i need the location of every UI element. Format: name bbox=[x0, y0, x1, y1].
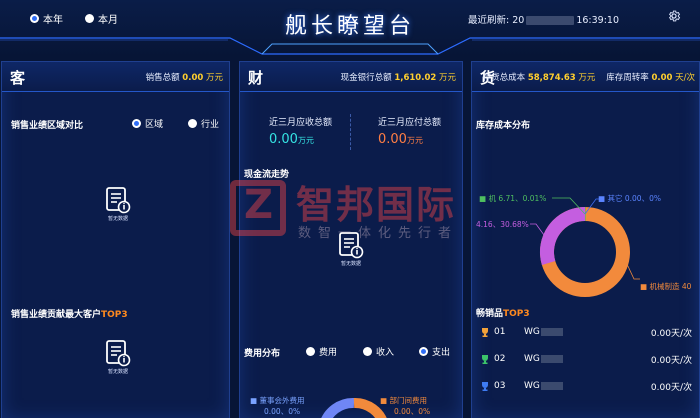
expense-option-fee[interactable]: 费用 bbox=[306, 345, 337, 358]
expense-title: 费用分布 bbox=[244, 349, 281, 359]
bestseller-title: 畅销品TOP3 bbox=[476, 309, 530, 319]
radio-unchecked-icon bbox=[188, 119, 197, 128]
gear-icon[interactable] bbox=[667, 9, 681, 23]
trophy-green-icon bbox=[482, 355, 488, 364]
goods-panel-header: 货 存货总成本 58,874.63 万元 库存周转率 0.00 天/次 bbox=[472, 62, 699, 92]
refresh-timestamp: 最近刷新: 20 16:39:10 bbox=[468, 15, 619, 26]
pie-label-machinery: ■ 机械制造 40 bbox=[640, 282, 692, 291]
region-compare-title: 销售业绩区域对比 bbox=[11, 121, 84, 131]
redacted-block bbox=[540, 381, 563, 390]
stat-divider bbox=[350, 114, 351, 150]
header: 本年 本月 舰长瞭望台 最近刷新: 20 16:39:10 bbox=[0, 0, 700, 56]
bestseller-row[interactable]: 03 WG 0.00天/次 bbox=[480, 379, 692, 393]
region-option-industry[interactable]: 行业 bbox=[188, 117, 219, 130]
cash-total: 现金银行总额 1,610.02 万元 bbox=[340, 73, 456, 83]
panel-letter: 财 bbox=[248, 69, 264, 87]
radio-checked-icon bbox=[132, 119, 141, 128]
region-option-region[interactable]: 区域 bbox=[132, 117, 163, 130]
radio-unchecked-icon bbox=[363, 347, 372, 356]
no-data-placeholder: 暂无数据 bbox=[98, 186, 138, 222]
expense-donut-segment bbox=[321, 398, 355, 418]
expense-option-income[interactable]: 收入 bbox=[363, 345, 394, 358]
redacted-block bbox=[526, 16, 575, 25]
customer-panel-header: 客 销售总额 0.00 万元 bbox=[2, 62, 229, 92]
no-data-placeholder: 暂无数据 bbox=[98, 339, 138, 375]
trophy-gold-icon bbox=[482, 328, 488, 337]
no-data-placeholder: 暂无数据 bbox=[331, 231, 371, 267]
no-data-document-icon bbox=[339, 232, 364, 259]
radio-unchecked-icon bbox=[306, 347, 315, 356]
pie-label-second: 4.16、30.68% bbox=[476, 220, 529, 229]
sales-total: 销售总额 0.00 万元 bbox=[145, 73, 223, 83]
customer-panel: 客 销售总额 0.00 万元 销售业绩区域对比 区域 行业 暂无数据 销售业绩贡… bbox=[1, 61, 230, 418]
no-data-document-icon bbox=[106, 340, 131, 367]
cost-distribution-title: 库存成本分布 bbox=[476, 121, 531, 131]
receivable-label: 近三月应收总额 bbox=[269, 118, 333, 128]
expense-option-expense[interactable]: 支出 bbox=[419, 345, 450, 358]
panel-letter: 客 bbox=[10, 69, 26, 87]
inventory-summary: 存货总成本 58,874.63 万元 库存周转率 0.00 天/次 bbox=[482, 73, 695, 83]
radio-checked-icon bbox=[419, 347, 428, 356]
expense-legend-item: ■ 董事会外费用 0.00、0% bbox=[250, 396, 305, 416]
cashflow-title: 现金流走势 bbox=[244, 170, 290, 180]
expense-donut-segment bbox=[353, 398, 387, 418]
payable-value: 0.00万元 bbox=[378, 132, 423, 147]
finance-panel: 财 现金银行总额 1,610.02 万元 近三月应收总额 0.00万元 近三月应… bbox=[239, 61, 463, 418]
trophy-blue-icon bbox=[482, 382, 488, 391]
no-data-document-icon bbox=[106, 187, 131, 214]
pie-label-machine: ■ 机 6.71、0.01% bbox=[479, 194, 547, 203]
top-customers-title: 销售业绩贡献最大客户TOP3 bbox=[11, 310, 128, 320]
bestseller-row[interactable]: 02 WG 0.00天/次 bbox=[480, 352, 692, 366]
finance-panel-header: 财 现金银行总额 1,610.02 万元 bbox=[240, 62, 462, 92]
bestseller-row[interactable]: 01 WG 0.00天/次 bbox=[480, 325, 692, 339]
goods-panel: 货 存货总成本 58,874.63 万元 库存周转率 0.00 天/次 库存成本… bbox=[471, 61, 700, 418]
receivable-value: 0.00万元 bbox=[269, 132, 314, 147]
payable-label: 近三月应付总额 bbox=[378, 118, 442, 128]
redacted-block bbox=[540, 354, 563, 363]
redacted-block bbox=[540, 327, 563, 336]
expense-donut-chart bbox=[321, 398, 387, 418]
pie-label-other: ■ 其它 0.00、0% bbox=[598, 194, 661, 203]
